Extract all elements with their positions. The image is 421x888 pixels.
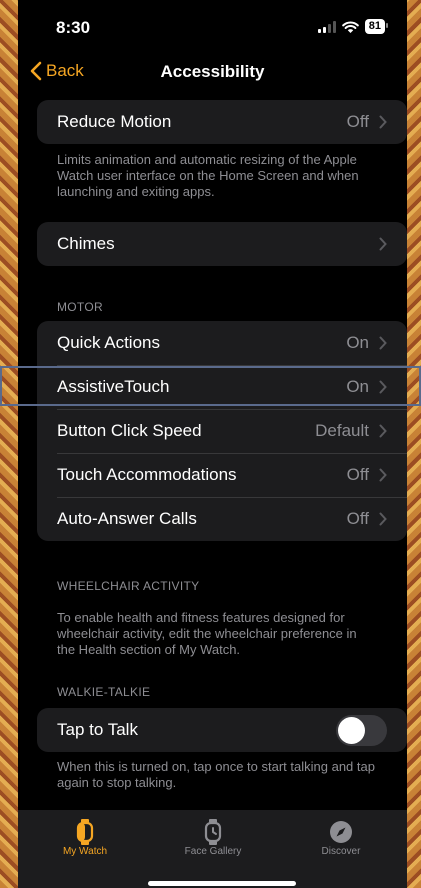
tab-my-watch[interactable]: My Watch [30,818,140,857]
row-label: Auto-Answer Calls [57,509,197,528]
chimes-row[interactable]: Chimes [37,222,407,266]
tab-bar: My Watch Face Gallery Discover [18,810,407,888]
walkie-talkie-footer: When this is turned on, tap once to star… [57,759,375,790]
status-bar: 8:30 81 [18,0,407,56]
watch-icon [30,818,140,846]
walkie-talkie-group: Tap to Talk [37,708,407,752]
phone-screen: 8:30 81 Back Accessibility Reduce Motion [18,0,407,888]
reduce-motion-group: Reduce Motion Off [37,100,407,144]
toggle-knob [338,716,365,744]
chevron-right-icon [379,468,387,482]
tab-discover[interactable]: Discover [286,818,396,857]
row-label: Reduce Motion [57,112,172,131]
settings-list[interactable]: Reduce Motion Off Limits animation and a… [18,92,407,810]
row-value: Off [346,509,369,528]
status-time: 8:30 [56,18,91,37]
chimes-group: Chimes [37,222,407,266]
tab-label: My Watch [62,846,108,857]
tab-label: Discover [321,846,361,857]
row-value: Default [315,421,369,440]
row-label: Chimes [57,234,115,253]
button-click-speed-row[interactable]: Button Click Speed Default [37,409,407,453]
chevron-right-icon [379,336,387,350]
cellular-signal-icon [317,20,336,33]
battery-icon: 81 [364,19,389,34]
row-label: Tap to Talk [57,720,138,739]
chevron-right-icon [379,512,387,526]
background-art-right [407,0,421,888]
motor-group: Quick Actions On AssistiveTouch On Butto… [37,321,407,541]
section-header-walkie-talkie: WALKIE-TALKIE [57,685,151,699]
tap-to-talk-row: Tap to Talk [37,708,407,752]
row-label: AssistiveTouch [57,377,170,396]
section-header-wheelchair: WHEELCHAIR ACTIVITY [57,579,200,593]
touch-accommodations-row[interactable]: Touch Accommodations Off [37,453,407,497]
chevron-right-icon [379,115,387,129]
reduce-motion-footer: Limits animation and automatic resizing … [57,152,359,199]
wheelchair-footer: To enable health and fitness features de… [57,610,357,657]
section-header-motor: MOTOR [57,300,103,314]
chevron-right-icon [379,380,387,394]
row-label: Quick Actions [57,333,160,352]
background-art-left [0,0,18,888]
status-icons: 81 [317,19,389,34]
quick-actions-row[interactable]: Quick Actions On [37,321,407,365]
chevron-right-icon [379,424,387,438]
assistivetouch-row[interactable]: AssistiveTouch On [37,365,407,409]
row-value: Off [346,465,369,484]
tab-label: Face Gallery [184,846,242,857]
reduce-motion-row[interactable]: Reduce Motion Off [37,100,407,144]
row-value: On [346,333,369,352]
row-label: Button Click Speed [57,421,202,440]
tab-face-gallery[interactable]: Face Gallery [158,818,268,857]
watch-face-icon [158,818,268,846]
row-value: On [346,377,369,396]
tap-to-talk-toggle[interactable] [336,714,387,746]
navigation-bar: Back Accessibility [18,56,407,90]
row-value: Off [346,112,369,131]
page-title: Accessibility [160,62,265,81]
compass-icon [286,818,396,846]
home-indicator [148,881,296,886]
row-label: Touch Accommodations [57,465,237,484]
wifi-icon [341,20,359,33]
chevron-right-icon [379,237,387,251]
auto-answer-calls-row[interactable]: Auto-Answer Calls Off [37,497,407,541]
